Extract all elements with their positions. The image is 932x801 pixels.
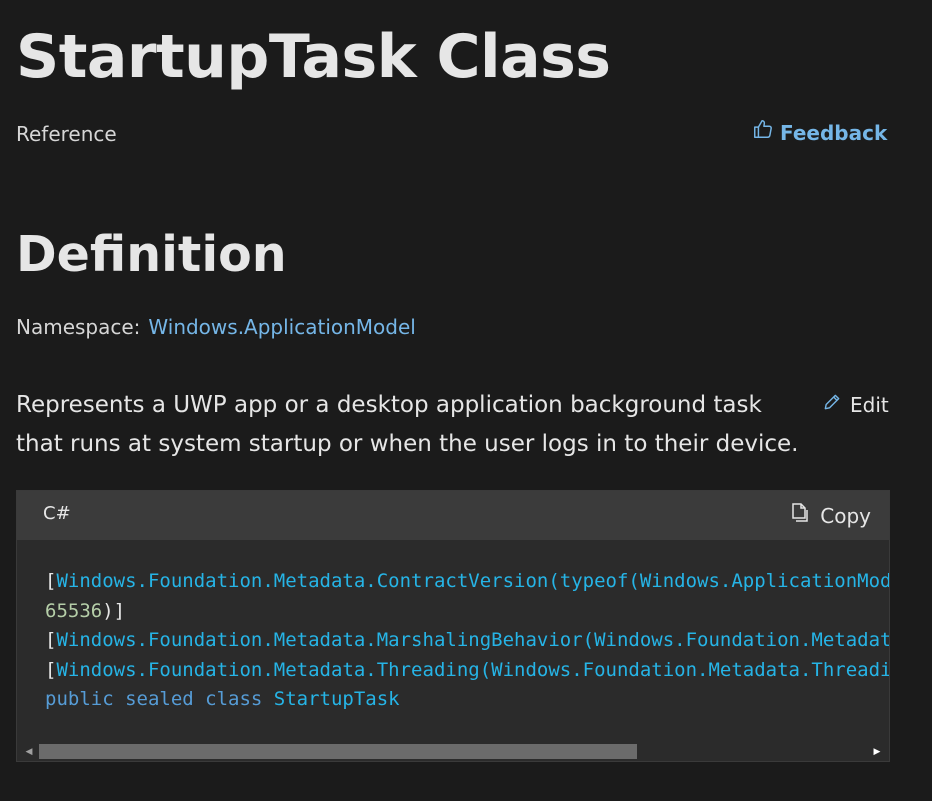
copy-button[interactable]: Copy — [790, 502, 871, 529]
edit-label: Edit — [850, 393, 889, 417]
code-token: Windows.Foundation.Metadata.MarshalingBe… — [56, 629, 889, 652]
code-token: Windows.Foundation.Metadata.Threading(Wi… — [56, 658, 889, 681]
copy-icon — [790, 502, 810, 529]
reference-label: Reference — [16, 122, 117, 146]
code-token: StartupTask — [273, 688, 400, 711]
definition-heading: Definition — [16, 226, 287, 283]
copy-label: Copy — [820, 503, 871, 528]
code-token: [ — [45, 658, 57, 681]
horizontal-scrollbar[interactable]: ◀ ▶ — [17, 742, 889, 761]
code-line: [Windows.Foundation.Metadata.MarshalingB… — [45, 626, 889, 656]
code-line: 65536)] — [45, 597, 889, 627]
feedback-button[interactable]: Feedback — [752, 118, 887, 147]
code-token: [ — [45, 629, 57, 652]
code-content: [Windows.Foundation.Metadata.ContractVer… — [45, 567, 889, 737]
code-token: [ — [45, 570, 57, 592]
code-header: C# Copy — [17, 491, 889, 540]
namespace-link[interactable]: Windows.ApplicationModel — [148, 315, 415, 339]
code-line: public sealed class StartupTask — [45, 685, 889, 715]
code-language: C# — [43, 503, 71, 524]
feedback-label: Feedback — [780, 120, 888, 145]
code-token: Windows.Foundation.Metadata.ContractVers… — [56, 570, 889, 592]
pencil-icon — [822, 391, 842, 419]
namespace-label: Namespace: — [16, 315, 141, 339]
code-line: [Windows.Foundation.Metadata.ContractVer… — [45, 567, 889, 597]
scroll-left-icon[interactable]: ◀ — [19, 742, 39, 761]
code-line: [Windows.Foundation.Metadata.Threading(W… — [45, 656, 889, 686]
code-token: )] — [102, 599, 126, 622]
thumbs-up-icon — [752, 118, 774, 147]
code-block: C# Copy [Windows.Foundation.Metadata.Con… — [16, 490, 890, 762]
code-token: public sealed class — [45, 688, 263, 711]
page-title: StartupTask Class — [16, 22, 611, 92]
scroll-right-icon[interactable]: ▶ — [867, 742, 887, 761]
code-token: 65536 — [45, 599, 103, 622]
namespace-row: Namespace: Windows.ApplicationModel — [16, 313, 416, 341]
edit-button[interactable]: Edit — [822, 391, 889, 419]
class-summary: Represents a UWP app or a desktop applic… — [16, 392, 799, 457]
scrollbar-thumb[interactable] — [39, 744, 637, 759]
